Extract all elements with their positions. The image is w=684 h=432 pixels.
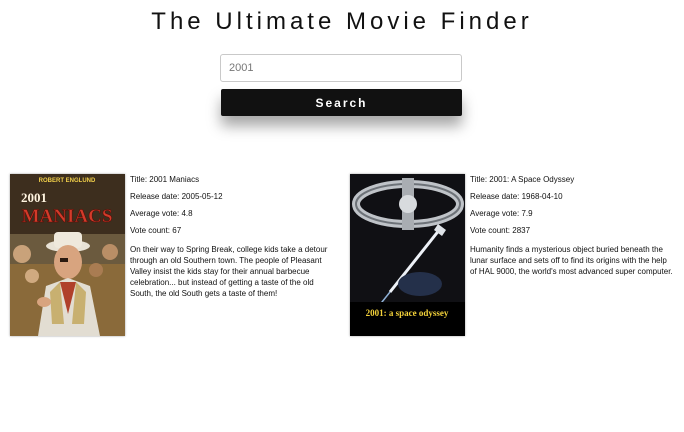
movie-title: Title: 2001 Maniacs xyxy=(130,175,200,184)
movie-overview: On their way to Spring Break, college ki… xyxy=(130,245,328,298)
poster-title-word: MANIACS xyxy=(22,206,113,227)
search-button[interactable]: Search xyxy=(221,89,462,116)
page-title: The Ultimate Movie Finder xyxy=(151,8,533,35)
poster-image: 2001: a space odyssey xyxy=(350,174,465,336)
poster-caption: 2001: a space odyssey xyxy=(366,308,449,318)
movie-info: Title: 2001 Maniacs Release date: 2005-0… xyxy=(130,174,330,299)
poster-title-number: 2001 xyxy=(21,190,47,205)
movie-release-date: Release date: 1968-04-10 xyxy=(470,192,563,201)
movie-title: Title: 2001: A Space Odyssey xyxy=(470,175,575,184)
movie-info: Title: 2001: A Space Odyssey Release dat… xyxy=(470,174,674,277)
movie-vote-count: Vote count: 2837 xyxy=(470,226,531,235)
movie-card: ROBERT ENGLUND 2001 MANIACS Title: 2001 … xyxy=(10,174,330,338)
movie-vote-count: Vote count: 67 xyxy=(130,226,182,235)
movie-overview: Humanity finds a mysterious object burie… xyxy=(470,245,673,276)
movie-poster: ROBERT ENGLUND 2001 MANIACS xyxy=(10,174,125,336)
movie-average-vote: Average vote: 7.9 xyxy=(470,209,533,218)
poster-credit-text: ROBERT ENGLUND xyxy=(39,178,96,184)
movie-release-date: Release date: 2005-05-12 xyxy=(130,192,223,201)
movie-card: 2001: a space odyssey Title: 2001: A Spa… xyxy=(350,174,674,338)
search-input[interactable] xyxy=(220,54,462,82)
movie-average-vote: Average vote: 4.8 xyxy=(130,209,193,218)
poster-image: ROBERT ENGLUND 2001 MANIACS xyxy=(10,174,125,336)
movie-poster: 2001: a space odyssey xyxy=(350,174,465,336)
